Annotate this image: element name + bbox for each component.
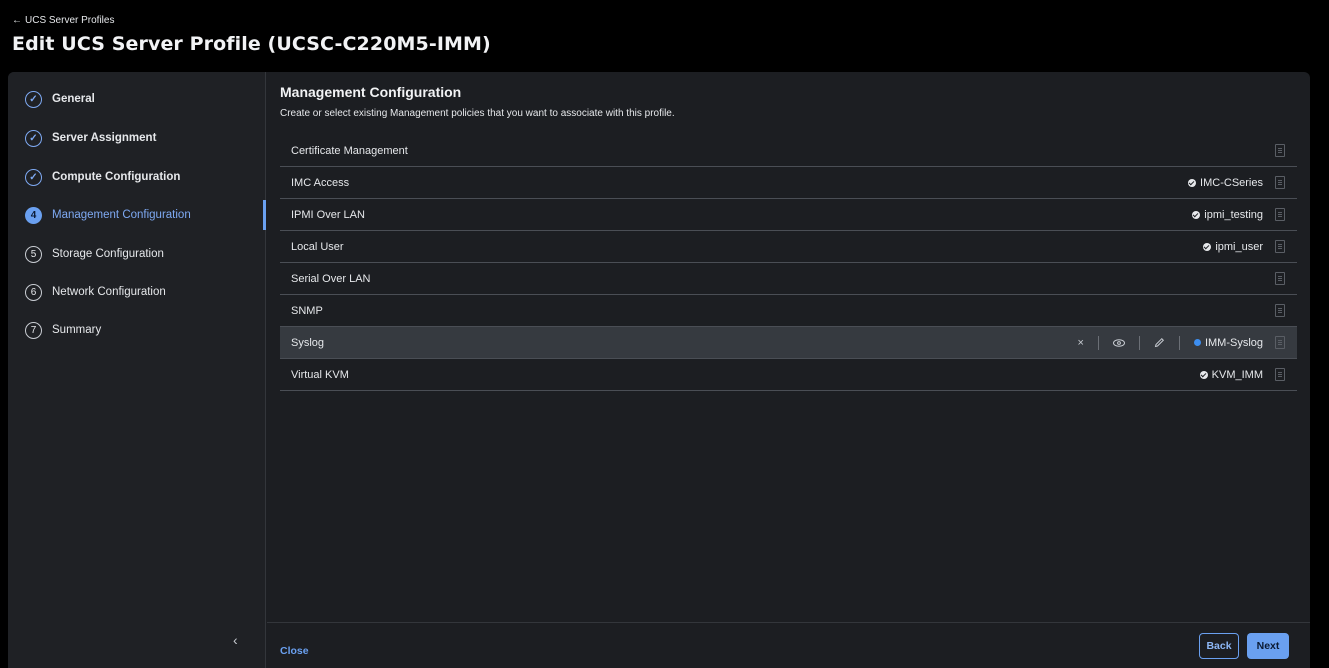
close-link[interactable]: Close	[280, 645, 309, 657]
step-label: Storage Configuration	[52, 248, 164, 260]
step-management-configuration[interactable]: 4 Management Configuration	[25, 203, 191, 227]
breadcrumb-label: UCS Server Profiles	[25, 15, 115, 26]
check-circle-icon	[1203, 242, 1212, 251]
back-button[interactable]: Back	[1199, 633, 1239, 659]
wizard-panel: ✓ General ✓ Server Assignment ✓ Compute …	[8, 72, 1310, 668]
selected-policy: IMC-CSeries	[1188, 177, 1263, 189]
step-network-configuration[interactable]: 6 Network Configuration	[25, 280, 166, 304]
policy-list: Certificate Management IMC Access IMC-CS…	[280, 135, 1297, 391]
step-complete-icon: ✓	[25, 90, 42, 108]
policy-row-ipmi-over-lan[interactable]: IPMI Over LAN ipmi_testing	[280, 199, 1297, 231]
page-header: ← UCS Server Profiles Edit UCS Server Pr…	[0, 0, 1329, 71]
policy-row-virtual-kvm[interactable]: Virtual KVM KVM_IMM	[280, 359, 1297, 391]
select-policy-icon[interactable]	[1275, 272, 1285, 285]
step-storage-configuration[interactable]: 5 Storage Configuration	[25, 242, 164, 266]
step-label: Management Configuration	[52, 209, 191, 221]
policy-name: ipmi_user	[1215, 240, 1263, 253]
policy-name: ipmi_testing	[1204, 208, 1263, 221]
step-server-assignment[interactable]: ✓ Server Assignment	[25, 126, 156, 150]
clear-icon[interactable]: ×	[1078, 337, 1084, 349]
policy-row-serial-over-lan[interactable]: Serial Over LAN	[280, 263, 1297, 295]
step-number-badge: 5	[25, 245, 42, 263]
next-button[interactable]: Next	[1247, 633, 1289, 659]
step-label: General	[52, 93, 95, 105]
step-label: Compute Configuration	[52, 171, 181, 183]
action-divider	[1138, 335, 1140, 350]
select-policy-icon[interactable]	[1275, 368, 1285, 381]
policy-name: IMM-Syslog	[1204, 336, 1263, 349]
main-content: Management Configuration Create or selec…	[280, 72, 1310, 622]
step-number-badge: 6	[25, 283, 42, 301]
policy-row-label: SNMP	[291, 304, 323, 317]
select-policy-icon[interactable]	[1275, 144, 1285, 157]
policy-row-right: ipmi_user	[1203, 240, 1285, 253]
policy-row-syslog[interactable]: Syslog × IMM-Syslog	[280, 327, 1297, 359]
select-policy-icon[interactable]	[1275, 208, 1285, 221]
selected-policy: IMM-Syslog	[1193, 336, 1263, 349]
selected-policy: ipmi_user	[1203, 241, 1263, 253]
policy-row-right	[1271, 272, 1285, 285]
policy-row-right	[1271, 304, 1285, 317]
policy-row-label: Virtual KVM	[291, 368, 349, 381]
edit-pencil-icon[interactable]	[1154, 337, 1165, 348]
back-arrow-icon: ←	[12, 15, 22, 26]
selected-policy: KVM_IMM	[1199, 368, 1263, 381]
step-general[interactable]: ✓ General	[25, 87, 95, 111]
check-circle-icon	[1192, 210, 1201, 219]
policy-row-right	[1271, 144, 1285, 157]
select-policy-icon[interactable]	[1275, 240, 1285, 253]
policy-row-label: Serial Over LAN	[291, 272, 371, 285]
policy-row-label: IMC Access	[291, 176, 350, 189]
policy-row-label: Local User	[291, 240, 344, 253]
policy-row-label: Syslog	[291, 336, 325, 349]
policy-row-label: IPMI Over LAN	[291, 208, 365, 221]
step-complete-icon: ✓	[25, 129, 42, 147]
step-complete-icon: ✓	[25, 168, 42, 186]
select-policy-icon[interactable]	[1275, 336, 1285, 349]
select-policy-icon[interactable]	[1275, 304, 1285, 317]
policy-row-imc-access[interactable]: IMC Access IMC-CSeries	[280, 167, 1297, 199]
action-divider	[1178, 335, 1180, 350]
breadcrumb-back-link[interactable]: ← UCS Server Profiles	[12, 15, 114, 26]
collapse-sidebar-icon[interactable]: ‹	[233, 632, 238, 648]
current-step-indicator	[263, 200, 266, 230]
step-summary[interactable]: 7 Summary	[25, 318, 101, 342]
policy-name: KVM_IMM	[1211, 368, 1263, 381]
section-title: Management Configuration	[280, 84, 462, 100]
step-compute-configuration[interactable]: ✓ Compute Configuration	[25, 165, 180, 189]
page-title: Edit UCS Server Profile (UCSC-C220M5-IMM…	[12, 33, 491, 55]
check-circle-icon	[1188, 178, 1197, 187]
policy-row-right: ipmi_testing	[1192, 208, 1285, 221]
policy-row-right: KVM_IMM	[1199, 368, 1285, 381]
policy-row-local-user[interactable]: Local User ipmi_user	[280, 231, 1297, 263]
step-number-badge: 4	[25, 206, 42, 224]
selected-policy: ipmi_testing	[1192, 209, 1263, 221]
policy-row-snmp[interactable]: SNMP	[280, 295, 1297, 327]
step-label: Network Configuration	[52, 286, 166, 298]
step-number-badge: 7	[25, 321, 42, 339]
step-label: Summary	[52, 324, 102, 336]
policy-row-right: IMC-CSeries	[1188, 176, 1285, 189]
wizard-sidebar: ✓ General ✓ Server Assignment ✓ Compute …	[8, 72, 266, 668]
select-policy-icon[interactable]	[1275, 176, 1285, 189]
policy-row-label: Certificate Management	[291, 144, 408, 157]
selected-dot-icon	[1193, 339, 1201, 346]
action-divider	[1097, 335, 1099, 350]
policy-row-right: × IMM-Syslog	[1078, 335, 1285, 350]
step-label: Server Assignment	[52, 132, 157, 144]
section-description: Create or select existing Management pol…	[280, 108, 675, 119]
check-circle-icon	[1199, 370, 1208, 379]
wizard-footer: Close Back Next	[267, 622, 1310, 668]
view-eye-icon[interactable]	[1112, 338, 1125, 347]
policy-row-certificate-management[interactable]: Certificate Management	[280, 135, 1297, 167]
policy-name: IMC-CSeries	[1200, 176, 1263, 189]
